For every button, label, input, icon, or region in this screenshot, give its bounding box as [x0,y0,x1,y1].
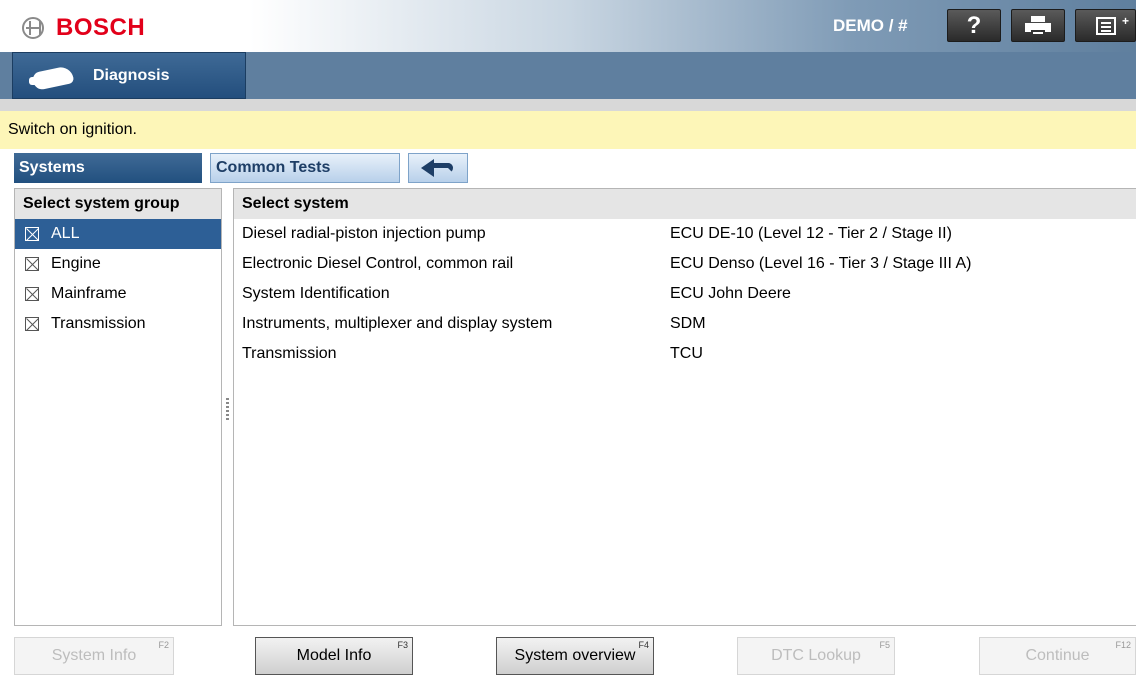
question-mark-icon: ? [966,11,982,39]
system-group-header: Select system group [15,189,221,219]
system-row[interactable]: Transmission TCU [234,339,1136,369]
app-header: BOSCH DEMO / # ? + [0,0,1136,52]
group-item[interactable]: Transmission [15,309,221,339]
system-list: Diesel radial-piston injection pump ECU … [234,219,1136,369]
checkbox-icon[interactable] [25,287,39,301]
system-row[interactable]: System Identification ECU John Deere [234,279,1136,309]
system-row[interactable]: Instruments, multiplexer and display sys… [234,309,1136,339]
button-label: System overview [514,647,636,664]
system-row[interactable]: Diesel radial-piston injection pump ECU … [234,219,1136,249]
user-label: DEMO / # [833,16,908,35]
system-panel: Select system Diesel radial-piston injec… [233,188,1136,626]
system-row[interactable]: Electronic Diesel Control, common rail E… [234,249,1136,279]
button-label: Model Info [296,647,372,664]
help-button[interactable]: ? [947,9,1001,42]
back-button[interactable] [408,153,468,183]
module-nav: Diagnosis [0,52,1136,99]
divider [0,99,1136,111]
dtc-lookup-button[interactable]: DTC Lookup F5 [737,637,895,675]
checkbox-icon[interactable] [25,317,39,331]
function-key-hint: F4 [638,640,649,650]
brand-name: BOSCH [56,14,146,41]
system-ecu: SDM [670,315,706,332]
plus-icon: + [1121,14,1129,28]
model-info-button[interactable]: Model Info F3 [255,637,413,675]
system-name: Electronic Diesel Control, common rail [242,255,514,272]
bosch-logo: BOSCH [22,14,145,42]
diagnosis-connector-icon [29,63,75,91]
group-item[interactable]: Engine [15,249,221,279]
group-item-label: Engine [51,255,101,272]
bosch-armature-icon [22,17,44,39]
notice-bar: Switch on ignition. [0,111,1136,149]
function-key-hint: F3 [397,640,408,650]
button-label: DTC Lookup [771,647,861,664]
system-ecu: ECU DE-10 (Level 12 - Tier 2 / Stage II) [670,225,952,242]
tab-common-tests[interactable]: Common Tests [210,153,400,183]
system-overview-button[interactable]: System overview F4 [496,637,654,675]
system-info-button[interactable]: System Info F2 [14,637,174,675]
panel-splitter-handle[interactable] [226,398,229,420]
system-ecu: ECU Denso (Level 16 - Tier 3 / Stage III… [670,255,972,272]
checkbox-icon[interactable] [25,257,39,271]
print-button[interactable] [1011,9,1065,42]
system-name: Diesel radial-piston injection pump [242,225,486,242]
menu-list-icon [1095,16,1116,35]
function-key-hint: F2 [158,640,169,650]
system-group-list: ALL Engine Mainframe Transmission [15,219,221,339]
tab-systems[interactable]: Systems [14,153,202,183]
back-arrow-icon [421,159,455,177]
system-name: Instruments, multiplexer and display sys… [242,315,553,332]
button-label: System Info [51,647,137,664]
tab-row: Systems Common Tests [0,149,1136,187]
group-item-label: Transmission [51,315,146,332]
button-label: Continue [1025,647,1090,664]
continue-button[interactable]: Continue F12 [979,637,1136,675]
checkbox-icon[interactable] [25,227,39,241]
printer-icon [1025,15,1051,36]
group-item[interactable]: ALL [15,219,221,249]
system-header: Select system [234,189,1136,219]
group-item-label: ALL [51,225,80,242]
menu-button[interactable]: + [1075,9,1136,42]
system-ecu: ECU John Deere [670,285,791,302]
function-key-hint: F12 [1115,640,1131,650]
diagnosis-tab[interactable]: Diagnosis [12,52,246,99]
system-name: System Identification [242,285,390,302]
group-item[interactable]: Mainframe [15,279,221,309]
group-item-label: Mainframe [51,285,127,302]
system-ecu: TCU [670,345,703,362]
system-name: Transmission [242,345,337,362]
function-key-hint: F5 [879,640,890,650]
diagnosis-label: Diagnosis [93,66,170,84]
system-group-panel: Select system group ALL Engine Mainframe… [14,188,222,626]
